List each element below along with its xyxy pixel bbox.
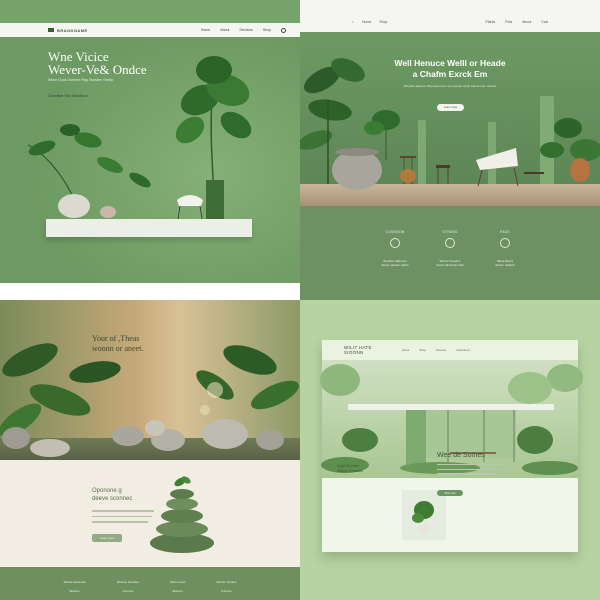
q4-body-text: [437, 464, 503, 478]
q4-right-title: Wee de Somes: [437, 452, 485, 459]
q1-nav-home[interactable]: Home: [201, 28, 210, 32]
q2-hero-button[interactable]: Learn more: [437, 104, 464, 111]
q2-features: COSNOON Wonlloo Sabonce Sonor estrwer ear…: [300, 206, 600, 300]
q3-section-title: Oponone g deeve sconnec: [92, 488, 133, 502]
q1-illustration: [0, 37, 300, 283]
q1-top-nav: BRANDNAME Home About Services Shop: [0, 23, 300, 37]
q1-bottom-strip: [0, 283, 300, 300]
footer-column: Wohr oumet Bossom: [170, 580, 186, 593]
q1-hero-cta-link[interactable]: Cteunibet Stor Woedbore: [48, 94, 89, 98]
q3-illustration: [0, 343, 299, 553]
feature-item: COSNOON Wonlloo Sabonce Sonor estrwer ear…: [381, 230, 409, 268]
leaf-icon: [390, 238, 400, 248]
design-panel-3: Your of ,Theas woonn or aneet. Oponone g…: [0, 300, 300, 600]
q1-logo[interactable]: BRANDNAME: [48, 28, 88, 33]
footer-column: Worwus Sounbee Cnvecos: [116, 580, 139, 593]
q4-illustration: [320, 364, 583, 540]
q4-shop-button[interactable]: Shop now: [437, 490, 463, 496]
q2-hero-subtitle: Wonduc alanuce Woonuse eonc es is tones …: [403, 84, 497, 88]
q3-hero-title: Your of ,Theas woonn or aneet.: [92, 334, 144, 353]
footer-column: Wrows Camsorde Bossom: [63, 580, 86, 593]
q1-nav-shop[interactable]: Shop: [263, 28, 271, 32]
q1-nav-services[interactable]: Services: [239, 28, 252, 32]
q3-body-text: [92, 510, 154, 527]
feature-item: STRANS Wonzc Cnaolinr Sonor dimsmier dow: [436, 230, 464, 268]
design-panel-4: WILIT HATE SIOONN Home Shop Sunsets Coll…: [300, 300, 600, 600]
footer-column: Wecnur Sonbee Cnuoroe: [216, 580, 237, 593]
design-panel-1: BRANDNAME Home About Services Shop Wne V…: [0, 0, 300, 300]
q1-hero-title: Wne Vicice Wever-Ve& Ondce: [48, 49, 147, 77]
plant-icon: [445, 238, 455, 248]
q3-cta-button[interactable]: Learn more: [92, 534, 122, 542]
search-icon[interactable]: [281, 27, 286, 33]
moodboard-grid: BRANDNAME Home About Services Shop Wne V…: [0, 0, 600, 600]
feature-item: PASS Wiote Boors Sonon carbioh: [495, 230, 515, 268]
design-panel-2: ⌕ Home Shop Plants Pots About Cart Well …: [300, 0, 600, 300]
q2-hero-title: Well Henuce Welll or Heade a Chafm Exrck…: [394, 58, 506, 79]
q1-hero-subtitle: Wove Dook Oomine Plap Borstee Yoreto: [48, 78, 113, 82]
drop-icon: [500, 238, 510, 248]
q3-footer: Wrows Camsorde Bossom Worwus Sounbee Cnv…: [0, 567, 300, 600]
q1-nav-about[interactable]: About: [220, 28, 229, 32]
q1-floating-shelf: [46, 219, 252, 237]
q4-left-title: Angel Roosteo Wheoe Conaeels: [337, 464, 364, 473]
